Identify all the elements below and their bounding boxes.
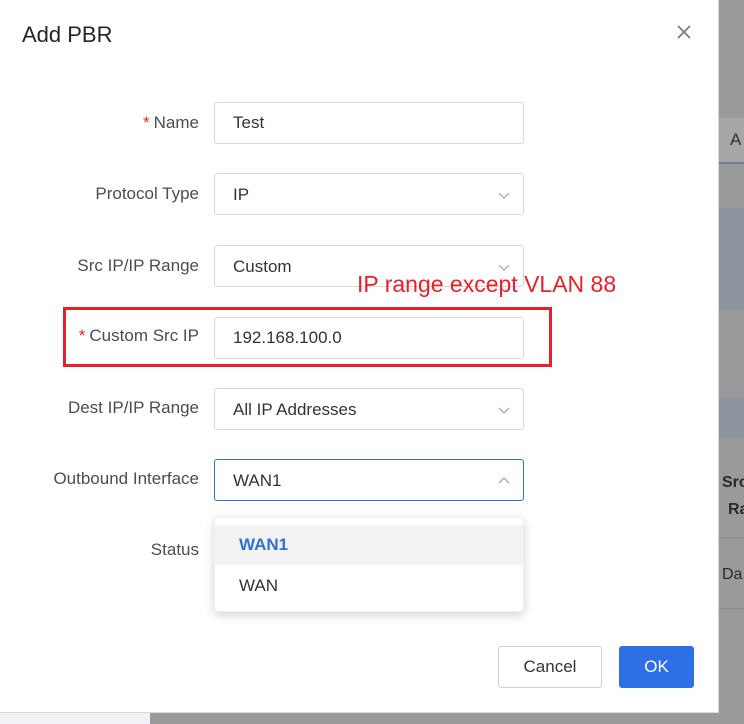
outbound-interface-dropdown: WAN1 WAN [214, 517, 524, 612]
cancel-button[interactable]: Cancel [498, 646, 602, 688]
add-pbr-dialog: Add PBR *Name Protocol Type IP Src IP/IP… [0, 0, 719, 713]
background-tab[interactable]: A [718, 118, 744, 164]
outbound-interface-select[interactable]: WAN1 [214, 459, 524, 501]
background-page [718, 0, 744, 724]
dest-ip-range-value: All IP Addresses [233, 400, 357, 419]
chevron-down-icon [498, 407, 510, 414]
ok-button[interactable]: OK [619, 646, 694, 688]
src-ip-range-label: Src IP/IP Range [77, 256, 199, 275]
dropdown-option-wan[interactable]: WAN [215, 566, 523, 606]
background-bottom-strip [150, 712, 744, 724]
outbound-interface-label: Outbound Interface [53, 469, 199, 488]
background-col-text-1: Src [722, 474, 744, 491]
name-label: * Name [143, 113, 199, 132]
outbound-interface-value: WAN1 [233, 471, 282, 490]
protocol-type-select[interactable]: IP [214, 173, 524, 215]
dest-ip-range-select[interactable]: All IP Addresses [214, 388, 524, 430]
chevron-down-icon [498, 192, 510, 199]
background-divider [718, 537, 744, 538]
protocol-type-value: IP [233, 185, 250, 204]
annotation-text: IP range except VLAN 88 [357, 271, 617, 297]
dropdown-option-wan1[interactable]: WAN1 [215, 525, 523, 565]
dialog-title: Add PBR [22, 22, 113, 47]
background-row-text: Da [722, 566, 743, 583]
close-icon[interactable] [672, 20, 696, 44]
background-divider [718, 608, 744, 609]
required-marker: * [143, 113, 150, 132]
dest-ip-range-label: Dest IP/IP Range [67, 398, 199, 417]
status-label: Status [150, 540, 199, 559]
background-tab-label: A [730, 130, 742, 149]
background-header-band [718, 208, 744, 310]
chevron-up-icon [498, 477, 510, 484]
annotation-highlight-box [63, 307, 552, 367]
name-input[interactable] [215, 103, 523, 143]
background-col-text-2: Ra [728, 501, 744, 518]
name-field[interactable] [214, 102, 524, 144]
protocol-type-label: Protocol Type [95, 184, 199, 203]
src-ip-range-value: Custom [233, 257, 292, 276]
background-table-header [718, 398, 744, 438]
